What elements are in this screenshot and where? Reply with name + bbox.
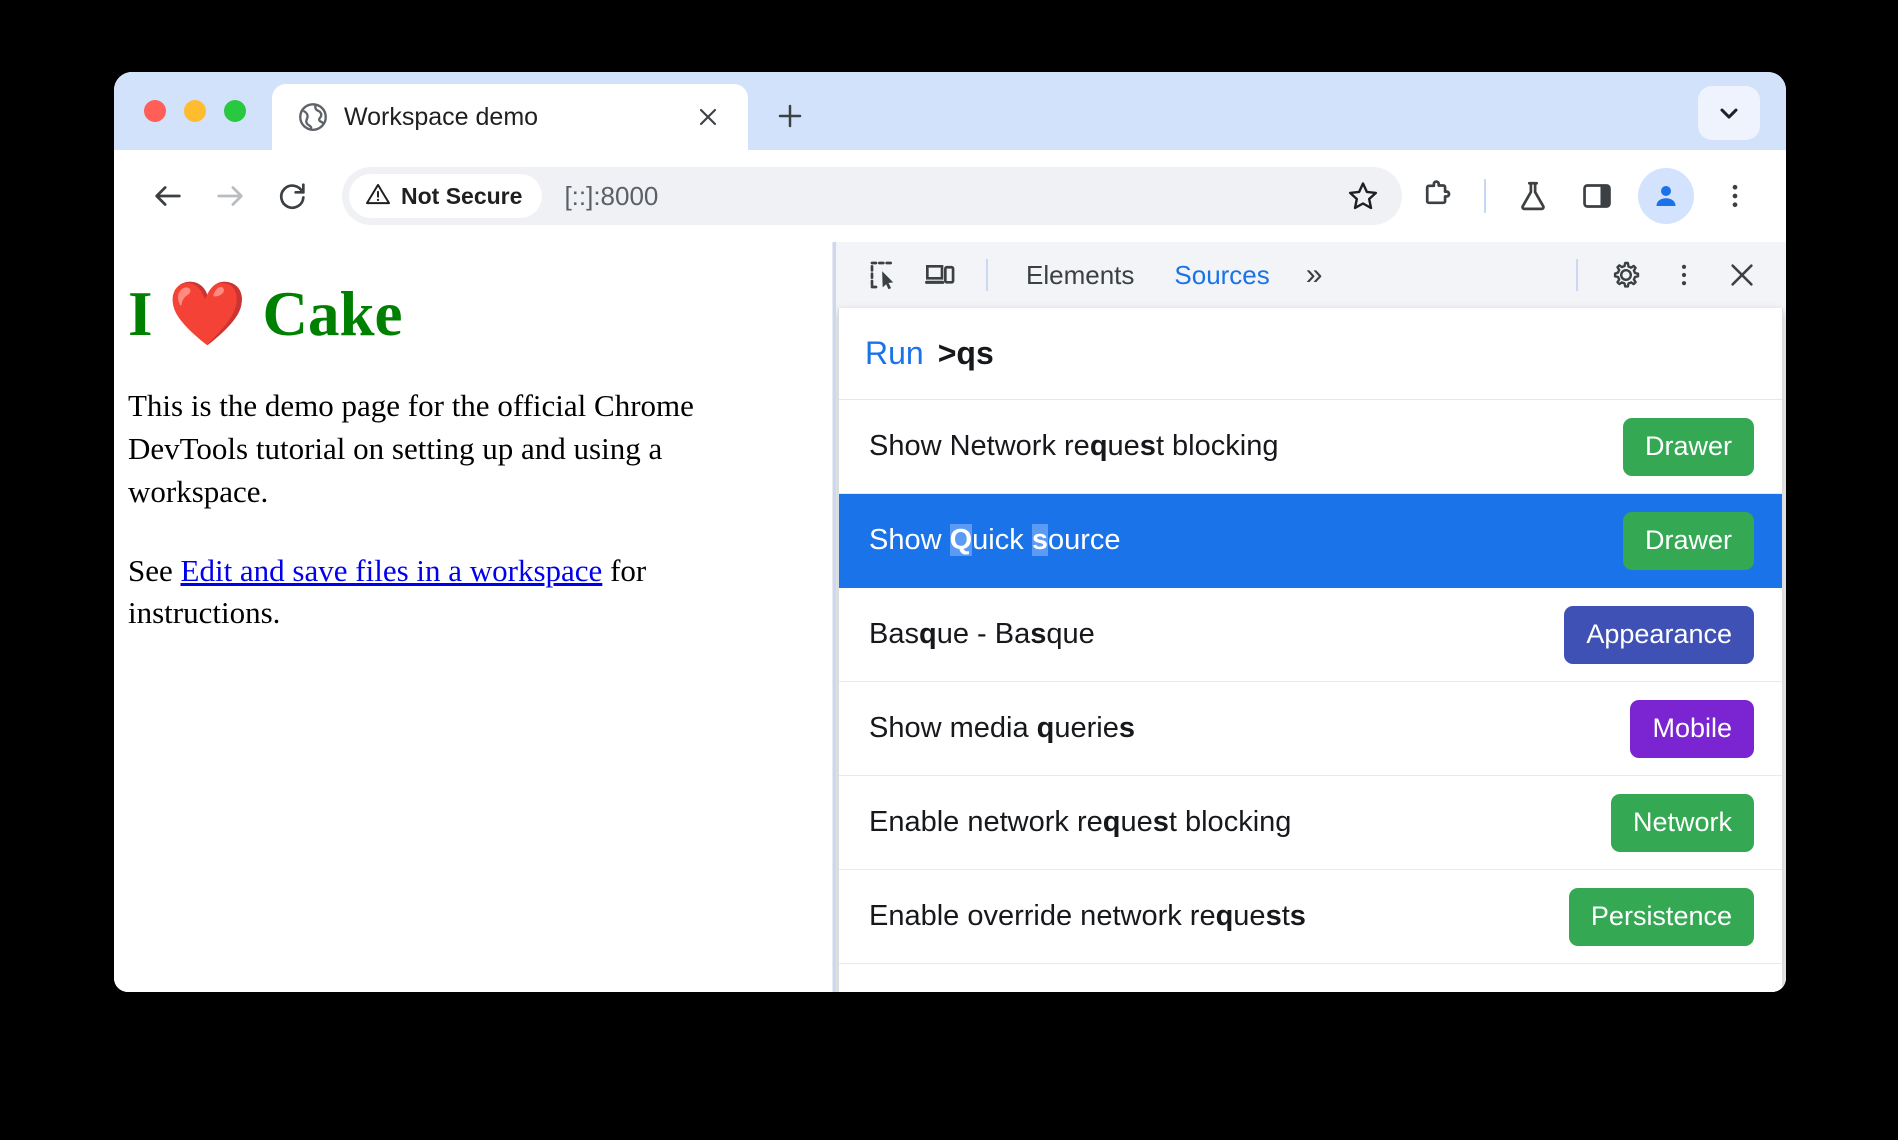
devtools-toolbar-divider xyxy=(986,259,988,291)
three-dot-menu-icon[interactable] xyxy=(1706,167,1764,225)
page-title: I ❤️ Cake xyxy=(128,279,792,349)
heart-icon: ❤️ xyxy=(168,279,247,349)
devtools-tab-sources[interactable]: Sources xyxy=(1156,249,1287,301)
command-palette-row[interactable]: Show media queries Mobile xyxy=(839,682,1782,776)
window-traffic-lights xyxy=(136,72,272,150)
device-toolbar-icon[interactable] xyxy=(914,250,966,300)
command-palette-row-title: Enable network request blocking xyxy=(869,806,1292,838)
tab-strip: Workspace demo xyxy=(114,72,1786,150)
three-dot-menu-icon[interactable] xyxy=(1658,250,1710,300)
address-bar-url[interactable]: [::]:8000 xyxy=(564,181,658,212)
browser-window: Workspace demo Not Secure [::]:8000 I ❤️… xyxy=(114,72,1786,992)
inspect-element-icon[interactable] xyxy=(858,250,910,300)
window-content: I ❤️ Cake This is the demo page for the … xyxy=(114,242,1786,992)
command-palette-row-tag: Persistence xyxy=(1568,887,1754,946)
browser-tab[interactable]: Workspace demo xyxy=(272,84,748,150)
window-minimize-button[interactable] xyxy=(184,100,206,122)
labs-flask-button[interactable] xyxy=(1504,167,1562,225)
globe-icon xyxy=(298,102,328,132)
devtools-panel: Elements Sources » Run >qs Show Network … xyxy=(833,242,1786,992)
command-palette-results: Show Network request blocking Drawer Show … xyxy=(839,400,1782,992)
gear-icon[interactable] xyxy=(1600,250,1652,300)
window-zoom-button[interactable] xyxy=(224,100,246,122)
back-button[interactable] xyxy=(140,168,196,224)
extensions-button[interactable] xyxy=(1408,167,1466,225)
star-icon[interactable] xyxy=(1334,170,1392,222)
toolbar-divider xyxy=(1484,179,1486,213)
paragraph-2-before: See xyxy=(128,552,181,588)
page-title-suffix: Cake xyxy=(246,279,403,349)
command-palette-row[interactable]: Basque - Basque Appearance xyxy=(839,588,1782,682)
command-palette-row[interactable]: Show Network request blocking Drawer xyxy=(839,400,1782,494)
page-title-prefix: I xyxy=(128,279,169,349)
command-palette-row-tag: Mobile xyxy=(1630,699,1754,758)
devtools-tab-elements[interactable]: Elements xyxy=(1008,249,1152,301)
command-palette-prefix: Run xyxy=(865,335,924,371)
close-icon[interactable] xyxy=(1716,250,1768,300)
command-palette-row[interactable]: Enable override network requests Persiste… xyxy=(839,870,1782,964)
page-paragraph-1: This is the demo page for the official C… xyxy=(128,388,694,509)
new-tab-button[interactable] xyxy=(762,88,818,144)
tab-title: Workspace demo xyxy=(344,102,539,131)
address-bar[interactable]: Not Secure [::]:8000 xyxy=(342,167,1402,225)
command-palette-row-tag: Network xyxy=(1610,793,1754,852)
page-paragraph-2: See Edit and save files in a workspace f… xyxy=(128,550,792,636)
window-close-button[interactable] xyxy=(144,100,166,122)
command-palette-row-tag: Appearance xyxy=(1564,605,1754,664)
tab-search-button[interactable] xyxy=(1698,86,1760,140)
browser-toolbar: Not Secure [::]:8000 xyxy=(114,150,1786,242)
profile-avatar[interactable] xyxy=(1638,168,1694,224)
command-palette: Run >qs Show Network request blocking Dra… xyxy=(838,308,1783,992)
devtools-toolbar-divider-right xyxy=(1576,259,1578,291)
command-palette-row[interactable]: Enable network request blocking Network xyxy=(839,776,1782,870)
forward-button[interactable] xyxy=(202,168,258,224)
devtools-toolbar-right xyxy=(1560,250,1768,300)
command-palette-row-title: Enable override network requests xyxy=(869,900,1306,932)
command-palette-row[interactable]: Show Quick source Drawer xyxy=(839,494,1782,588)
reload-button[interactable] xyxy=(264,168,320,224)
page-viewport: I ❤️ Cake This is the demo page for the … xyxy=(114,242,833,992)
close-icon[interactable] xyxy=(690,99,726,135)
command-palette-row-tag: Drawer xyxy=(1622,417,1754,476)
command-palette-query[interactable]: >qs xyxy=(938,335,994,372)
screenshot-root: { "window": { "traffic_lights": ["close"… xyxy=(0,0,1898,1140)
warning-triangle-icon xyxy=(365,181,391,212)
devtools-toolbar: Elements Sources » xyxy=(836,242,1786,308)
command-palette-row-tag: Drawer xyxy=(1622,511,1754,570)
command-palette-row-title: Show media queries xyxy=(869,712,1136,744)
command-palette-input[interactable]: Run >qs xyxy=(839,308,1782,400)
command-palette-row-title: Show Network request blocking xyxy=(869,430,1279,462)
workspace-docs-link[interactable]: Edit and save files in a workspace xyxy=(181,553,603,588)
side-panel-button[interactable] xyxy=(1568,167,1626,225)
command-palette-row-title: Show Quick source xyxy=(869,524,1121,556)
command-palette-row-title: Basque - Basque xyxy=(869,618,1095,650)
more-tabs-icon[interactable]: » xyxy=(1292,249,1337,301)
security-status-chip[interactable]: Not Secure xyxy=(349,174,543,218)
security-status-label: Not Secure xyxy=(401,182,523,209)
